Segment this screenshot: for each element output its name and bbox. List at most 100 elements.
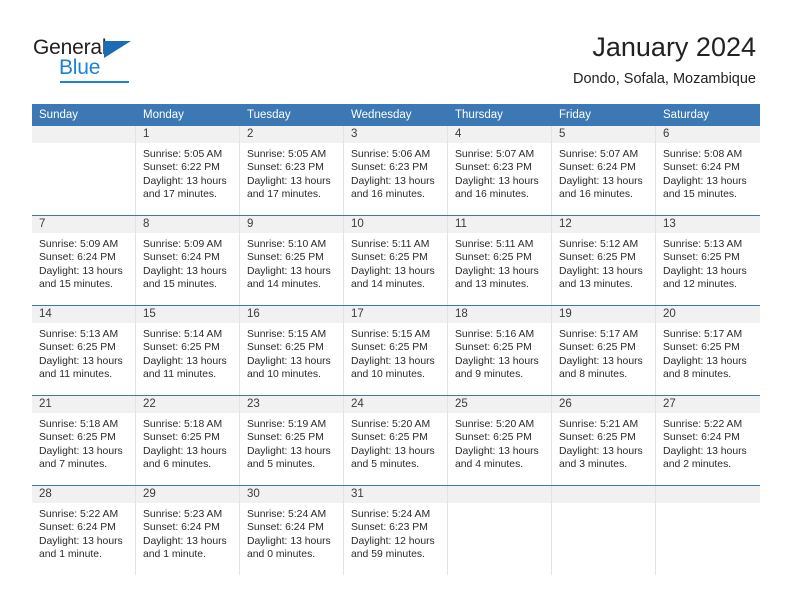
- calendar-day-cell[interactable]: 14 Sunrise: 5:13 AM Sunset: 6:25 PM Dayligh…: [32, 306, 136, 395]
- day-details: Sunrise: 5:13 AM Sunset: 6:25 PM Daylight:…: [656, 233, 760, 292]
- calendar-day-cell[interactable]: 8 Sunrise: 5:09 AM Sunset: 6:24 PM Daylight…: [136, 216, 240, 305]
- sunrise-time: Sunrise: 5:14 AM: [143, 329, 223, 340]
- sunrise-time: Sunrise: 5:19 AM: [247, 419, 327, 430]
- daylight-duration-line1: Daylight: 13 hours: [663, 445, 747, 457]
- calendar-day-cell[interactable]: 23 Sunrise: 5:19 AM Sunset: 6:25 PM Dayligh…: [240, 396, 344, 485]
- day-details: Sunrise: 5:20 AM Sunset: 6:25 PM Daylight:…: [448, 413, 551, 472]
- daylight-duration-line1: Daylight: 13 hours: [39, 445, 123, 457]
- sunrise-time: Sunrise: 5:24 AM: [247, 509, 327, 520]
- daylight-duration-line2: and 3 minutes.: [559, 459, 628, 471]
- calendar-day-cell-empty: [32, 126, 136, 215]
- daylight-duration-line1: Daylight: 13 hours: [663, 175, 747, 187]
- calendar-day-cell[interactable]: 26 Sunrise: 5:21 AM Sunset: 6:25 PM Dayligh…: [552, 396, 656, 485]
- page-header: General Blue January 2024 Dondo, Sofala,…: [0, 0, 792, 100]
- day-details: Sunrise: 5:06 AM Sunset: 6:23 PM Daylight:…: [344, 143, 447, 202]
- calendar-day-cell[interactable]: 9 Sunrise: 5:10 AM Sunset: 6:25 PM Daylight…: [240, 216, 344, 305]
- calendar-day-cell[interactable]: 1 Sunrise: 5:05 AM Sunset: 6:22 PM Daylight…: [136, 126, 240, 215]
- daylight-duration-line1: Daylight: 12 hours: [351, 535, 435, 547]
- day-details: Sunrise: 5:18 AM Sunset: 6:25 PM Daylight:…: [136, 413, 239, 472]
- calendar-day-cell[interactable]: 11 Sunrise: 5:11 AM Sunset: 6:25 PM Dayligh…: [448, 216, 552, 305]
- calendar-day-cell[interactable]: 6 Sunrise: 5:08 AM Sunset: 6:24 PM Daylight…: [656, 126, 760, 215]
- calendar-day-cell[interactable]: 27 Sunrise: 5:22 AM Sunset: 6:24 PM Dayligh…: [656, 396, 760, 485]
- day-number: 3: [344, 126, 447, 143]
- sunset-time: Sunset: 6:25 PM: [39, 432, 116, 444]
- sunset-time: Sunset: 6:25 PM: [351, 252, 428, 264]
- sunset-time: Sunset: 6:24 PM: [559, 162, 636, 174]
- sunrise-time: Sunrise: 5:06 AM: [351, 149, 431, 160]
- day-details: Sunrise: 5:09 AM Sunset: 6:24 PM Daylight:…: [136, 233, 239, 292]
- sunset-time: Sunset: 6:25 PM: [351, 432, 428, 444]
- day-number: [448, 486, 551, 503]
- calendar-day-cell[interactable]: 31 Sunrise: 5:24 AM Sunset: 6:23 PM Dayligh…: [344, 486, 448, 575]
- sunrise-time: Sunrise: 5:21 AM: [559, 419, 639, 430]
- sunrise-time: Sunrise: 5:15 AM: [351, 329, 431, 340]
- day-details: Sunrise: 5:21 AM Sunset: 6:25 PM Daylight:…: [552, 413, 655, 472]
- title-block: January 2024 Dondo, Sofala, Mozambique: [573, 30, 756, 90]
- calendar-day-cell[interactable]: 17 Sunrise: 5:15 AM Sunset: 6:25 PM Dayligh…: [344, 306, 448, 395]
- day-number: 13: [656, 216, 760, 233]
- daylight-duration-line1: Daylight: 13 hours: [455, 175, 539, 187]
- sunset-time: Sunset: 6:25 PM: [143, 342, 220, 354]
- calendar-day-cell[interactable]: 18 Sunrise: 5:16 AM Sunset: 6:25 PM Dayligh…: [448, 306, 552, 395]
- sunset-time: Sunset: 6:25 PM: [455, 432, 532, 444]
- day-details: Sunrise: 5:11 AM Sunset: 6:25 PM Daylight:…: [448, 233, 551, 292]
- calendar-day-cell[interactable]: 16 Sunrise: 5:15 AM Sunset: 6:25 PM Dayligh…: [240, 306, 344, 395]
- calendar-week-row: 21 Sunrise: 5:18 AM Sunset: 6:25 PM Dayligh…: [32, 395, 760, 486]
- daylight-duration-line2: and 15 minutes.: [39, 279, 113, 291]
- daylight-duration-line2: and 0 minutes.: [247, 549, 316, 561]
- sunset-time: Sunset: 6:24 PM: [663, 432, 740, 444]
- calendar-day-cell[interactable]: 20 Sunrise: 5:17 AM Sunset: 6:25 PM Dayligh…: [656, 306, 760, 395]
- daylight-duration-line2: and 8 minutes.: [559, 369, 628, 381]
- day-details: Sunrise: 5:08 AM Sunset: 6:24 PM Daylight:…: [656, 143, 760, 202]
- day-number: 5: [552, 126, 655, 143]
- sunrise-time: Sunrise: 5:11 AM: [351, 239, 430, 250]
- daylight-duration-line2: and 1 minute.: [39, 549, 102, 561]
- day-number: 19: [552, 306, 655, 323]
- calendar-day-cell[interactable]: 24 Sunrise: 5:20 AM Sunset: 6:25 PM Dayligh…: [344, 396, 448, 485]
- weekday-header-wednesday: Wednesday: [344, 104, 448, 126]
- sunrise-time: Sunrise: 5:17 AM: [559, 329, 639, 340]
- calendar-day-cell[interactable]: 3 Sunrise: 5:06 AM Sunset: 6:23 PM Daylight…: [344, 126, 448, 215]
- day-number: 25: [448, 396, 551, 413]
- sunrise-time: Sunrise: 5:20 AM: [455, 419, 535, 430]
- daylight-duration-line1: Daylight: 13 hours: [143, 445, 227, 457]
- day-number: 22: [136, 396, 239, 413]
- day-number: [656, 486, 760, 503]
- calendar-day-cell[interactable]: 21 Sunrise: 5:18 AM Sunset: 6:25 PM Dayligh…: [32, 396, 136, 485]
- day-details: Sunrise: 5:14 AM Sunset: 6:25 PM Daylight:…: [136, 323, 239, 382]
- calendar-day-cell[interactable]: 12 Sunrise: 5:12 AM Sunset: 6:25 PM Dayligh…: [552, 216, 656, 305]
- sunrise-time: Sunrise: 5:24 AM: [351, 509, 431, 520]
- calendar-day-cell[interactable]: 19 Sunrise: 5:17 AM Sunset: 6:25 PM Dayligh…: [552, 306, 656, 395]
- calendar-day-cell[interactable]: 4 Sunrise: 5:07 AM Sunset: 6:23 PM Daylight…: [448, 126, 552, 215]
- daylight-duration-line1: Daylight: 13 hours: [559, 265, 643, 277]
- day-details: Sunrise: 5:10 AM Sunset: 6:25 PM Daylight:…: [240, 233, 343, 292]
- calendar-day-cell[interactable]: 7 Sunrise: 5:09 AM Sunset: 6:24 PM Daylight…: [32, 216, 136, 305]
- daylight-duration-line1: Daylight: 13 hours: [143, 355, 227, 367]
- day-number: 28: [32, 486, 135, 503]
- calendar-day-cell[interactable]: 15 Sunrise: 5:14 AM Sunset: 6:25 PM Dayligh…: [136, 306, 240, 395]
- daylight-duration-line1: Daylight: 13 hours: [39, 535, 123, 547]
- daylight-duration-line2: and 1 minute.: [143, 549, 206, 561]
- daylight-duration-line1: Daylight: 13 hours: [247, 265, 331, 277]
- sunrise-time: Sunrise: 5:09 AM: [39, 239, 119, 250]
- calendar-day-cell[interactable]: 2 Sunrise: 5:05 AM Sunset: 6:23 PM Daylight…: [240, 126, 344, 215]
- sunset-time: Sunset: 6:24 PM: [143, 522, 220, 534]
- day-number: 9: [240, 216, 343, 233]
- general-blue-logo[interactable]: General Blue: [33, 36, 163, 84]
- sunrise-time: Sunrise: 5:17 AM: [663, 329, 743, 340]
- day-number: 15: [136, 306, 239, 323]
- calendar-day-cell[interactable]: 22 Sunrise: 5:18 AM Sunset: 6:25 PM Dayligh…: [136, 396, 240, 485]
- calendar-day-cell[interactable]: 25 Sunrise: 5:20 AM Sunset: 6:25 PM Dayligh…: [448, 396, 552, 485]
- calendar-day-cell[interactable]: 13 Sunrise: 5:13 AM Sunset: 6:25 PM Dayligh…: [656, 216, 760, 305]
- day-number: 7: [32, 216, 135, 233]
- calendar-day-cell[interactable]: 5 Sunrise: 5:07 AM Sunset: 6:24 PM Daylight…: [552, 126, 656, 215]
- day-details: Sunrise: 5:19 AM Sunset: 6:25 PM Daylight:…: [240, 413, 343, 472]
- daylight-duration-line1: Daylight: 13 hours: [455, 265, 539, 277]
- sunset-time: Sunset: 6:24 PM: [143, 252, 220, 264]
- calendar-day-cell[interactable]: 28 Sunrise: 5:22 AM Sunset: 6:24 PM Dayligh…: [32, 486, 136, 575]
- daylight-duration-line2: and 10 minutes.: [247, 369, 321, 381]
- calendar-day-cell[interactable]: 30 Sunrise: 5:24 AM Sunset: 6:24 PM Dayligh…: [240, 486, 344, 575]
- calendar-day-cell[interactable]: 10 Sunrise: 5:11 AM Sunset: 6:25 PM Dayligh…: [344, 216, 448, 305]
- day-details: Sunrise: 5:18 AM Sunset: 6:25 PM Daylight:…: [32, 413, 135, 472]
- calendar-day-cell[interactable]: 29 Sunrise: 5:23 AM Sunset: 6:24 PM Dayligh…: [136, 486, 240, 575]
